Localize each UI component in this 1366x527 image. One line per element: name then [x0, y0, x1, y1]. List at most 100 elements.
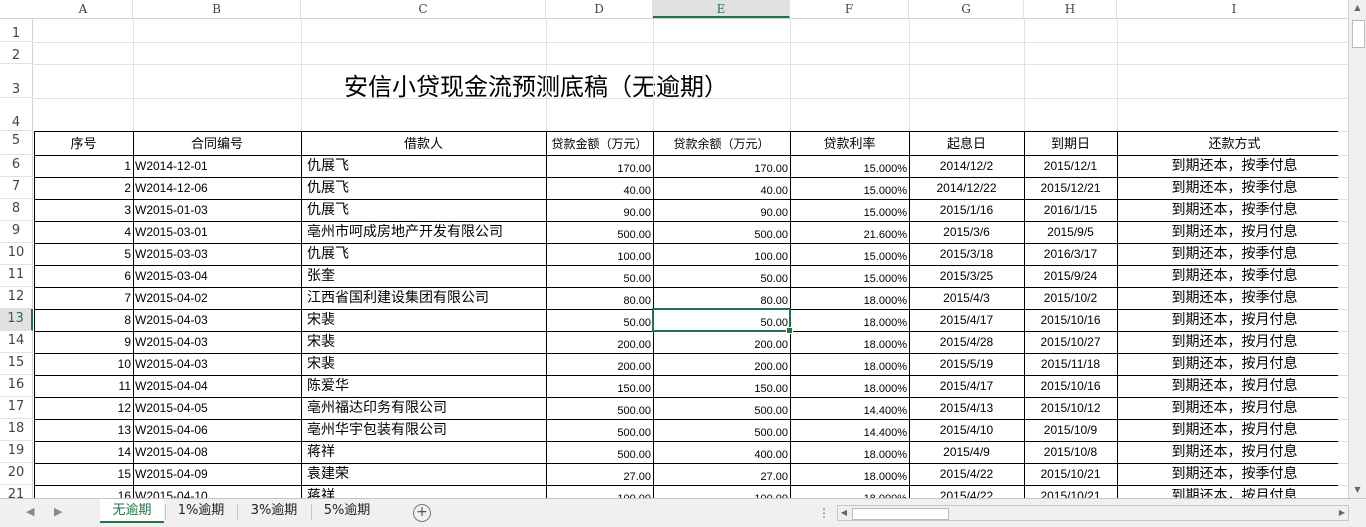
table-cell[interactable]: 2015/4/17	[911, 375, 1022, 397]
table-cell[interactable]: 2015/4/10	[911, 419, 1022, 441]
table-cell[interactable]: 170.00	[548, 155, 651, 177]
table-cell[interactable]: 2015/10/8	[1026, 441, 1115, 463]
table-cell[interactable]: 到期还本，按月付息	[1119, 419, 1348, 441]
row-header-9[interactable]: 9	[0, 221, 33, 243]
table-cell[interactable]: 500.00	[655, 397, 788, 419]
horizontal-scroll-thumb[interactable]	[852, 508, 949, 520]
table-cell[interactable]: W2015-04-03	[135, 309, 299, 331]
scroll-down-icon[interactable]: ▼	[1349, 482, 1366, 498]
column-header-f[interactable]: F	[790, 0, 909, 18]
table-cell[interactable]: 1	[36, 155, 131, 177]
table-cell[interactable]: 2015/10/27	[1026, 331, 1115, 353]
table-cell[interactable]: 宋裴	[303, 353, 544, 375]
table-cell[interactable]: 18.000%	[792, 353, 907, 375]
table-cell[interactable]: 到期还本，按季付息	[1119, 155, 1348, 177]
table-cell[interactable]: 14	[36, 441, 131, 463]
table-cell[interactable]: 到期还本，按季付息	[1119, 287, 1348, 309]
table-cell[interactable]: 到期还本，按月付息	[1119, 375, 1348, 397]
table-cell[interactable]: 15.000%	[792, 177, 907, 199]
table-cell[interactable]: 到期还本，按月付息	[1119, 331, 1348, 353]
table-cell[interactable]: 陈爱华	[303, 375, 544, 397]
table-header-cell[interactable]: 序号	[34, 131, 133, 155]
table-cell[interactable]: 16	[36, 485, 131, 498]
table-cell[interactable]: W2014-12-06	[135, 177, 299, 199]
table-cell[interactable]: 2015/3/25	[911, 265, 1022, 287]
table-cell[interactable]: 50.00	[548, 309, 651, 331]
column-header-i[interactable]: I	[1117, 0, 1348, 18]
table-cell[interactable]: 170.00	[655, 155, 788, 177]
row-header-19[interactable]: 19	[0, 441, 33, 463]
table-cell[interactable]: 100.00	[548, 243, 651, 265]
table-cell[interactable]: 7	[36, 287, 131, 309]
row-header-18[interactable]: 18	[0, 419, 33, 441]
table-cell[interactable]: 18.000%	[792, 463, 907, 485]
table-cell[interactable]: 亳州市呵成房地产开发有限公司	[303, 221, 544, 243]
row-header-7[interactable]: 7	[0, 177, 33, 199]
table-cell[interactable]: 袁建荣	[303, 463, 544, 485]
table-cell[interactable]: 150.00	[655, 375, 788, 397]
table-cell[interactable]: 到期还本，按月付息	[1119, 353, 1348, 375]
table-cell[interactable]: 150.00	[548, 375, 651, 397]
table-cell[interactable]: 仇展飞	[303, 177, 544, 199]
table-cell[interactable]: 2015/4/13	[911, 397, 1022, 419]
table-cell[interactable]: 50.00	[655, 265, 788, 287]
scroll-left-icon[interactable]: ◀	[838, 506, 850, 520]
table-cell[interactable]: 2015/11/18	[1026, 353, 1115, 375]
table-cell[interactable]: 2015/10/2	[1026, 287, 1115, 309]
vertical-scroll-thumb[interactable]	[1352, 20, 1365, 48]
table-cell[interactable]: 100.00	[655, 243, 788, 265]
table-cell[interactable]: 仇展飞	[303, 155, 544, 177]
table-cell[interactable]: 到期还本，按季付息	[1119, 463, 1348, 485]
table-cell[interactable]: 2015/4/9	[911, 441, 1022, 463]
table-cell[interactable]: 2015/5/19	[911, 353, 1022, 375]
table-cell[interactable]: 18.000%	[792, 441, 907, 463]
table-cell[interactable]: 宋裴	[303, 331, 544, 353]
row-header-15[interactable]: 15	[0, 353, 33, 375]
table-cell[interactable]: W2014-12-01	[135, 155, 299, 177]
table-cell[interactable]: 500.00	[548, 419, 651, 441]
table-cell[interactable]: 6	[36, 265, 131, 287]
table-cell[interactable]: 200.00	[548, 353, 651, 375]
column-header-h[interactable]: H	[1024, 0, 1117, 18]
table-cell[interactable]: 18.000%	[792, 287, 907, 309]
table-cell[interactable]: 亳州福达印务有限公司	[303, 397, 544, 419]
table-cell[interactable]: 到期还本，按月付息	[1119, 397, 1348, 419]
table-cell[interactable]: 9	[36, 331, 131, 353]
tab-5pct-overdue[interactable]: 5%逾期	[312, 499, 382, 523]
table-cell[interactable]: 400.00	[655, 441, 788, 463]
table-cell[interactable]: 宋裴	[303, 309, 544, 331]
table-header-cell[interactable]: 贷款金额（万元）	[546, 131, 653, 155]
column-header-c[interactable]: C	[301, 0, 546, 18]
table-cell[interactable]: 江西省国利建设集团有限公司	[303, 287, 544, 309]
table-cell[interactable]: W2015-03-01	[135, 221, 299, 243]
table-cell[interactable]: 15.000%	[792, 265, 907, 287]
table-cell[interactable]: 100.00	[548, 485, 651, 498]
table-cell[interactable]: W2015-04-06	[135, 419, 299, 441]
table-cell[interactable]: 到期还本，按季付息	[1119, 199, 1348, 221]
table-cell[interactable]: 500.00	[655, 221, 788, 243]
table-cell[interactable]: 13	[36, 419, 131, 441]
table-cell[interactable]: 2015/10/21	[1026, 463, 1115, 485]
table-cell[interactable]: 2015/3/18	[911, 243, 1022, 265]
column-header-g[interactable]: G	[909, 0, 1024, 18]
row-header-3[interactable]: 3	[0, 64, 33, 98]
fill-handle[interactable]	[786, 327, 793, 334]
table-cell[interactable]: 3	[36, 199, 131, 221]
table-cell[interactable]: 15.000%	[792, 155, 907, 177]
tab-1pct-overdue[interactable]: 1%逾期	[166, 499, 236, 523]
row-header-8[interactable]: 8	[0, 199, 33, 221]
table-cell[interactable]: 4	[36, 221, 131, 243]
table-cell[interactable]: 8	[36, 309, 131, 331]
column-header-e[interactable]: E	[653, 0, 790, 18]
table-cell[interactable]: 蒋祥	[303, 485, 544, 498]
more-options-icon[interactable]: ⋮	[818, 506, 830, 520]
table-header-cell[interactable]: 还款方式	[1117, 131, 1348, 155]
table-cell[interactable]: 15.000%	[792, 199, 907, 221]
table-cell[interactable]: 2016/3/17	[1026, 243, 1115, 265]
table-cell[interactable]: 2015/4/17	[911, 309, 1022, 331]
table-cell[interactable]: W2015-03-03	[135, 243, 299, 265]
spreadsheet-grid[interactable]: ABCDEFGHI 1 2 3 4 5 6 7 8 9 10 11 12 13 14 15 16 17 18 19 2…	[0, 0, 1348, 498]
table-cell[interactable]: 100.00	[655, 485, 788, 498]
table-cell[interactable]: 到期还本，按季付息	[1119, 243, 1348, 265]
table-cell[interactable]: 14.400%	[792, 397, 907, 419]
